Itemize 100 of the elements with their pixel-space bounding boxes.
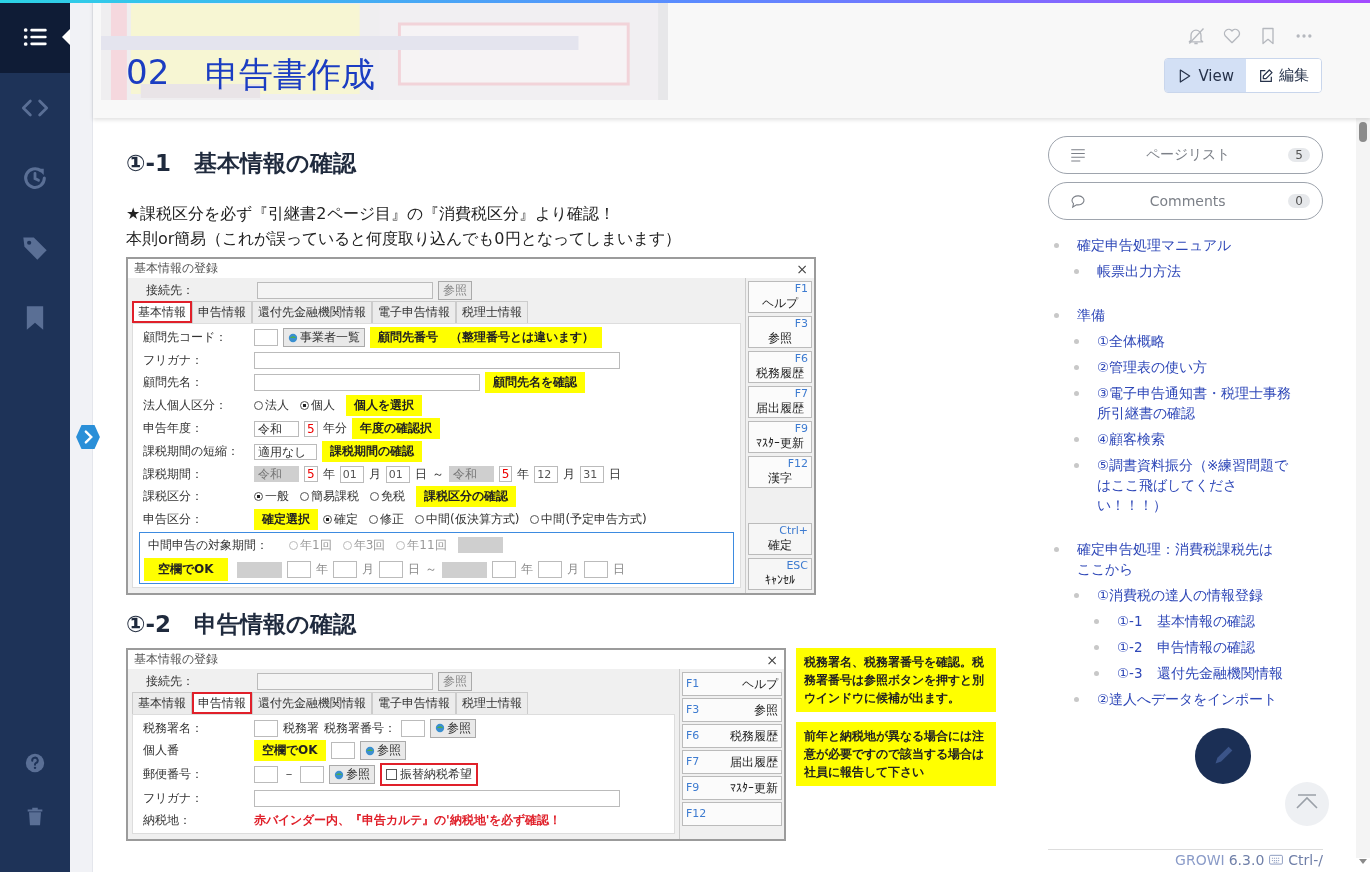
scrollbar[interactable]	[1356, 118, 1370, 858]
scroll-top-icon[interactable]	[1285, 782, 1329, 826]
dialog-tab[interactable]: 基本情報	[132, 301, 192, 323]
dialog-tab[interactable]: 基本情報	[132, 692, 192, 714]
dialog-tab[interactable]: 電子申告情報	[372, 692, 456, 714]
dialog-tab[interactable]: 電子申告情報	[372, 301, 456, 323]
radio-option[interactable]: 確定	[323, 511, 358, 528]
toc-link[interactable]: ②管理表の使い方	[1097, 357, 1302, 377]
text-field[interactable]	[254, 719, 278, 737]
page-list-button[interactable]: ページリスト 5	[1048, 136, 1323, 174]
function-key-button[interactable]: F6 税務履歴	[682, 724, 782, 748]
toc-link[interactable]: ④顧客検索	[1097, 429, 1302, 449]
number-box[interactable]: 5	[304, 466, 318, 482]
text-field[interactable]: 01	[385, 465, 410, 483]
function-key-button[interactable]: F7 届出履歴	[682, 750, 782, 774]
expand-toggle-icon[interactable]	[75, 424, 101, 450]
text-field[interactable]	[257, 672, 433, 690]
dialog-button[interactable]: 参照	[359, 741, 406, 760]
toc-link[interactable]: 確定申告処理マニュアル	[1077, 235, 1282, 255]
dialog-tab[interactable]: 還付先金融機関情報	[252, 692, 372, 714]
radio-option[interactable]: 個人	[300, 397, 335, 414]
radio-option[interactable]: 一般	[254, 488, 289, 505]
toc-link[interactable]: 準備	[1077, 305, 1282, 325]
dialog-tab[interactable]: 申告情報	[192, 692, 252, 714]
checkbox[interactable]	[386, 769, 397, 780]
number-box[interactable]: 5	[498, 466, 513, 482]
dialog-button[interactable]: 参照	[430, 718, 476, 738]
text-field[interactable]	[330, 742, 355, 759]
radio-button[interactable]	[254, 492, 263, 501]
close-button[interactable]: ×	[766, 651, 778, 668]
dropdown[interactable]	[236, 561, 282, 578]
radio-option[interactable]: 中間(仮決算方式)	[415, 511, 520, 528]
text-field[interactable]	[254, 374, 480, 391]
radio-button[interactable]	[254, 401, 263, 410]
function-key-button[interactable]: F1 ヘルプ	[682, 672, 782, 696]
text-field[interactable]	[332, 561, 357, 578]
radio-button[interactable]	[300, 401, 309, 410]
dialog-tab[interactable]: 税理士情報	[456, 692, 528, 714]
radio-option[interactable]: 修正	[369, 511, 404, 528]
text-field[interactable]	[491, 561, 516, 578]
radio-button[interactable]	[370, 492, 379, 501]
function-key-button[interactable]: F9 ﾏｽﾀｰ更新	[748, 421, 812, 453]
text-field[interactable]	[254, 789, 620, 807]
function-key-button[interactable]: F12	[682, 802, 782, 826]
heart-icon[interactable]	[1222, 26, 1242, 46]
radio-button[interactable]	[530, 515, 540, 524]
dropdown[interactable]	[457, 537, 503, 553]
toc-link[interactable]: ⑤調書資料振分（※練習問題ではここ飛ばしてください！！！）	[1097, 455, 1302, 515]
function-key-button[interactable]: ESC ｷｬﾝｾﾙ	[748, 558, 812, 590]
toc-link[interactable]: ①全体概略	[1097, 331, 1302, 351]
dialog-tab[interactable]: 申告情報	[192, 301, 252, 323]
view-button[interactable]: View	[1165, 59, 1246, 92]
text-field[interactable]	[378, 561, 403, 578]
text-field[interactable]	[254, 329, 278, 346]
function-key-button[interactable]: F6 税務履歴	[748, 351, 812, 383]
toc-link[interactable]: ③電子申告通知書・税理士事務所引継書の確認	[1097, 383, 1302, 423]
radio-button[interactable]	[323, 515, 332, 524]
dialog-tab[interactable]: 還付先金融機関情報	[252, 301, 372, 323]
text-field[interactable]	[254, 766, 278, 783]
bell-off-icon[interactable]	[1186, 26, 1206, 46]
toc-link[interactable]: ①-3 還付先金融機関情報	[1117, 663, 1322, 683]
dialog-tab[interactable]: 税理士情報	[456, 301, 528, 323]
text-field[interactable]: 31	[580, 465, 605, 483]
function-key-button[interactable]: F12 漢字	[748, 456, 812, 488]
toc-link[interactable]: ①-2 申告情報の確認	[1117, 637, 1322, 657]
radio-option[interactable]: 免税	[370, 488, 405, 505]
dialog-button[interactable]: 参照	[329, 765, 375, 784]
function-key-button[interactable]: F7 届出履歴	[748, 386, 812, 418]
function-key-button[interactable]: F1 ヘルプ	[748, 281, 812, 313]
close-button[interactable]: ×	[796, 260, 808, 277]
dropdown[interactable]	[441, 561, 487, 578]
function-key-button[interactable]: Ctrl+ 確定	[748, 523, 812, 555]
scroll-thumb[interactable]	[1359, 122, 1367, 142]
dropdown[interactable]: 令和	[254, 420, 299, 437]
toc-link[interactable]: ①-1 基本情報の確認	[1117, 611, 1322, 631]
nav-button[interactable]	[0, 0, 70, 73]
radio-button[interactable]	[415, 515, 424, 524]
text-field[interactable]	[537, 561, 562, 578]
edit-fab-icon[interactable]	[1195, 728, 1251, 784]
text-field[interactable]	[300, 766, 324, 783]
text-field[interactable]	[286, 561, 311, 578]
toc-link[interactable]: ②達人へデータをインポート	[1097, 689, 1302, 709]
text-field[interactable]	[401, 719, 425, 737]
text-field[interactable]	[257, 281, 433, 299]
toc-link[interactable]: 帳票出力方法	[1097, 261, 1302, 281]
text-field[interactable]: 01	[339, 465, 364, 483]
text-field[interactable]	[254, 351, 620, 369]
radio-button[interactable]	[369, 515, 378, 524]
function-key-button[interactable]: F3 参照	[682, 698, 782, 722]
radio-button[interactable]	[300, 492, 309, 501]
function-key-button[interactable]: F9 ﾏｽﾀｰ更新	[682, 776, 782, 800]
checkbox-option[interactable]: 振替納税希望	[380, 763, 478, 786]
number-box[interactable]: 5	[304, 420, 318, 437]
dialog-button[interactable]: 事業者一覧	[283, 328, 365, 347]
dropdown[interactable]: 適用なし	[254, 443, 317, 460]
radio-option[interactable]: 中間(予定申告方式)	[530, 511, 647, 528]
edit-button[interactable]: 編集	[1246, 59, 1321, 92]
text-field[interactable]: 12	[534, 465, 559, 483]
toc-link[interactable]: 確定申告処理：消費税課税先はここから	[1077, 539, 1282, 579]
function-key-button[interactable]: F3 参照	[748, 316, 812, 348]
